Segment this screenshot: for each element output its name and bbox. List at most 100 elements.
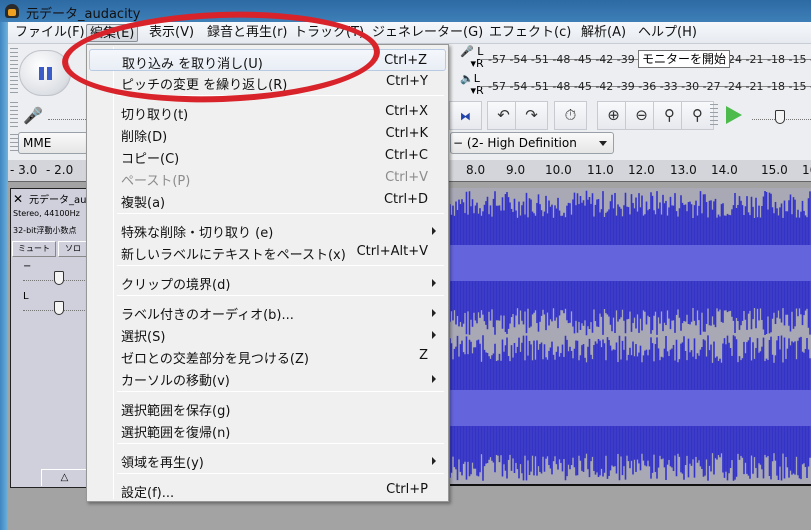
redo-icon: ↷	[525, 106, 538, 124]
chevron-down-icon	[599, 141, 607, 146]
edit-menu-dropdown: 取り込み を取り消し(U) Ctrl+Z ピッチの変更 を繰り返し(R) Ctrl+Y…	[86, 44, 449, 502]
menu-item-shortcut: Z	[419, 348, 428, 363]
track-bitdepth: 32-bit浮動小数点	[13, 226, 77, 235]
window-title: 元データ_audacity	[26, 7, 141, 22]
menu-item[interactable]: 取り込み を取り消し(U) Ctrl+Z	[89, 49, 446, 72]
menu-item[interactable]: 切り取り(t) Ctrl+X	[89, 101, 446, 123]
menu-generate[interactable]: ジェネレーター(G)	[369, 24, 486, 42]
menu-item-label: ラベル付きのオーディオ(b)...	[121, 308, 294, 323]
pause-button[interactable]	[19, 50, 71, 96]
menu-item-label: クリップの境界(d)	[121, 278, 231, 293]
menu-bar: ファイル(F) 編集(E) 表示(V) 録音と再生(r) トラック(T) ジェネ…	[8, 22, 811, 44]
track-name[interactable]: 元データ_audacity	[29, 191, 87, 206]
track-control-panel: ✕ 元データ_audacity Stereo, 44100Hz 32-bit浮動…	[10, 188, 88, 488]
zoom-out-icon: ⊖	[635, 106, 648, 124]
output-device-select[interactable]: − (2- High Definition	[450, 132, 614, 154]
audio-host-select[interactable]: MME	[18, 132, 88, 154]
ruler-label: 11.0	[587, 163, 614, 177]
menu-item[interactable]: 複製(a) Ctrl+D	[89, 189, 446, 211]
toolbar-grip[interactable]	[10, 48, 18, 96]
menu-item-label: 複製(a)	[121, 196, 166, 211]
menu-item[interactable]: 削除(D) Ctrl+K	[89, 123, 446, 145]
recording-meter[interactable]: 🎤 L ▾R -57 -54 -51 -48 -45 -42 -39 -36 -…	[450, 46, 811, 72]
menu-item[interactable]: カーソルの移動(v)	[89, 367, 446, 389]
menu-item[interactable]: 設定(f)... Ctrl+P	[89, 479, 446, 501]
menu-item-shortcut: Ctrl+X	[385, 104, 428, 119]
menu-item[interactable]: 選択(S)	[89, 323, 446, 345]
undo-icon: ↶	[497, 106, 510, 124]
menu-tracks[interactable]: トラック(T)	[291, 24, 367, 42]
menu-item[interactable]: ラベル付きのオーディオ(b)...	[89, 301, 446, 323]
menu-item-shortcut: Ctrl+P	[386, 482, 428, 497]
menu-item-shortcut: Ctrl+C	[384, 148, 428, 163]
menu-item[interactable]: ゼロとの交差部分を見つける(Z) Z	[89, 345, 446, 367]
submenu-arrow-icon	[432, 375, 436, 383]
ruler-label: 8.0	[466, 163, 486, 177]
menu-view[interactable]: 表示(V)	[146, 24, 197, 42]
menu-separator	[117, 95, 444, 96]
ruler-label: 15.0	[761, 163, 788, 177]
stopwatch-icon: ⏱	[564, 106, 577, 124]
submenu-arrow-icon	[432, 331, 436, 339]
menu-edit[interactable]: 編集(E)	[86, 24, 139, 42]
record-meter-icon: 🎤 L ▾R	[460, 45, 484, 70]
menu-item-shortcut: Ctrl+Z	[384, 53, 427, 68]
ruler-label: 14.0	[711, 163, 738, 177]
menu-item-label: 取り込み を取り消し(U)	[122, 57, 263, 72]
menu-item-shortcut: Ctrl+K	[385, 126, 428, 141]
toolbar-grip[interactable]	[710, 104, 718, 128]
mute-button[interactable]: ミュート	[12, 241, 56, 257]
menu-item[interactable]: 選択範囲を復帰(n)	[89, 419, 446, 441]
pan-slider-thumb[interactable]	[54, 301, 64, 315]
waveform-area[interactable]	[449, 188, 811, 486]
menu-item[interactable]: クリップの境界(d)	[89, 271, 446, 293]
menu-item-shortcut: Ctrl+V	[385, 170, 428, 185]
playback-meter[interactable]: 🔈L ▾R -57 -54 -51 -48 -45 -42 -39 -36 -3…	[450, 73, 811, 99]
collapse-track-button[interactable]: △	[41, 469, 87, 486]
menu-item-label: ピッチの変更 を繰り返し(R)	[121, 78, 288, 93]
close-track-icon[interactable]: ✕	[13, 192, 23, 206]
redo-button[interactable]: ↷	[515, 101, 548, 130]
menu-effect[interactable]: エフェクト(c)	[486, 24, 574, 42]
menu-analyze[interactable]: 解析(A)	[578, 24, 629, 42]
waveform-rms	[450, 390, 811, 426]
menu-item[interactable]: 領域を再生(y)	[89, 449, 446, 471]
menu-item-shortcut: Ctrl+Y	[386, 74, 428, 89]
fit-selection-icon: ⚲	[664, 106, 675, 124]
ruler-label: 9.0	[506, 163, 526, 177]
title-bar: 元データ_audacity	[0, 0, 811, 22]
ruler-label: 13.0	[670, 163, 697, 177]
window-frame	[0, 22, 8, 530]
play-at-speed-icon[interactable]	[726, 106, 742, 124]
toolbar-grip[interactable]	[10, 102, 18, 128]
output-device-value: − (2- High Definition	[453, 136, 577, 150]
trim-button[interactable]: ⧓	[449, 101, 482, 130]
menu-item[interactable]: コピー(C) Ctrl+C	[89, 145, 446, 167]
menu-item-label: 新しいラベルにテキストをペースト(x)	[121, 248, 346, 263]
speed-slider-thumb[interactable]	[775, 110, 785, 124]
toolbar-grip[interactable]	[10, 134, 18, 154]
menu-item[interactable]: 選択範囲を保存(g)	[89, 397, 446, 419]
menu-item-label: コピー(C)	[121, 152, 180, 167]
menu-separator	[117, 213, 444, 214]
submenu-arrow-icon	[432, 279, 436, 287]
playback-meter-ticks: -57 -54 -51 -48 -45 -42 -39 -36 -33 -30 …	[488, 80, 811, 93]
monitor-tooltip: モニターを開始	[638, 50, 731, 68]
menu-item[interactable]: ピッチの変更 を繰り返し(R) Ctrl+Y	[89, 71, 446, 93]
zoom-in-icon: ⊕	[607, 106, 620, 124]
menu-item[interactable]: 特殊な削除・切り取り (e)	[89, 219, 446, 241]
submenu-arrow-icon	[432, 309, 436, 317]
menu-item-label: 設定(f)...	[121, 486, 175, 501]
menu-transport[interactable]: 録音と再生(r)	[204, 24, 291, 42]
input-volume-slider[interactable]	[48, 108, 86, 120]
menu-item-label: 選択(S)	[121, 330, 166, 345]
menu-separator	[117, 473, 444, 474]
gain-slider-thumb[interactable]	[54, 271, 64, 285]
menu-help[interactable]: ヘルプ(H)	[635, 24, 700, 42]
sync-lock-button[interactable]: ⏱	[554, 101, 587, 130]
menu-file[interactable]: ファイル(F)	[12, 24, 88, 42]
menu-item[interactable]: 新しいラベルにテキストをペースト(x) Ctrl+Alt+V	[89, 241, 446, 263]
menu-item-label: ペースト(P)	[121, 174, 191, 189]
solo-button[interactable]: ソロ	[58, 241, 88, 257]
menu-item-shortcut: Ctrl+Alt+V	[356, 244, 428, 259]
